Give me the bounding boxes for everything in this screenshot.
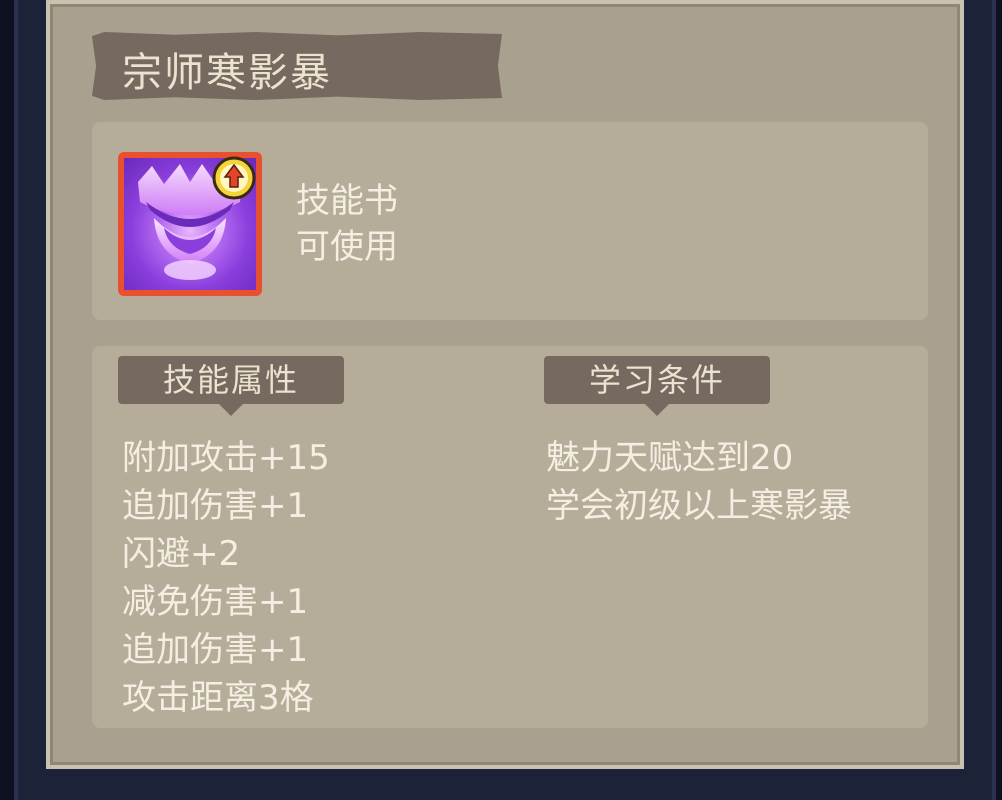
skill-attributes-header: 技能属性 bbox=[118, 356, 344, 404]
attribute-item: 攻击距离3格 bbox=[122, 678, 314, 718]
requirement-item: 魅力天赋达到20 bbox=[546, 438, 794, 478]
attribute-item: 追加伤害+1 bbox=[122, 486, 309, 526]
learn-requirements-list: 魅力天赋达到20 学会初级以上寒影暴 bbox=[546, 434, 886, 530]
upgrade-arrow-badge-icon bbox=[212, 156, 256, 200]
attribute-item: 减免伤害+1 bbox=[122, 582, 309, 622]
item-usable-status: 可使用 bbox=[296, 227, 398, 267]
attribute-item: 闪避+2 bbox=[122, 534, 241, 574]
item-title: 宗师寒影暴 bbox=[122, 50, 332, 96]
skill-attributes-list: 附加攻击+15 追加伤害+1 闪避+2 减免伤害+1 追加伤害+1 攻击距离3格 bbox=[122, 434, 330, 722]
item-type-info: 技能书 可使用 bbox=[296, 178, 398, 270]
requirement-item: 学会初级以上寒影暴 bbox=[546, 486, 852, 526]
attribute-item: 追加伤害+1 bbox=[122, 630, 309, 670]
item-type: 技能书 bbox=[296, 181, 398, 221]
learn-requirements-header: 学习条件 bbox=[544, 356, 770, 404]
attribute-item: 附加攻击+15 bbox=[122, 438, 330, 478]
